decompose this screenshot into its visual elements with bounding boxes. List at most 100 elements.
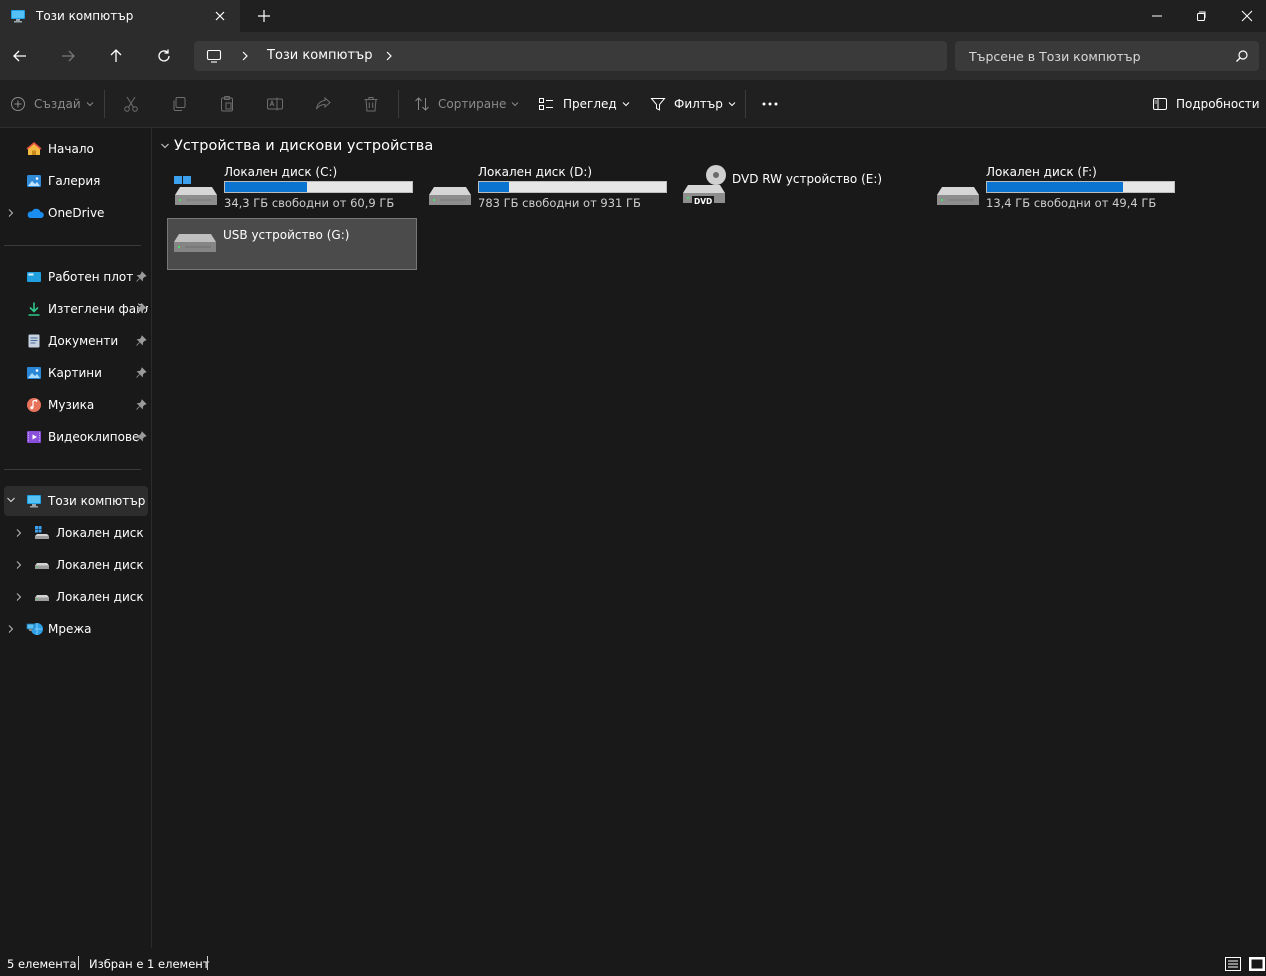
sidebar-item-this-pc[interactable]: Този компютър	[4, 486, 148, 516]
sidebar-item-drive-c[interactable]: Локален диск (C:)	[4, 518, 148, 548]
hard-drive-icon	[936, 175, 980, 209]
filter-icon	[650, 98, 666, 111]
chevron-down-icon[interactable]	[6, 495, 16, 505]
refresh-button[interactable]	[152, 44, 176, 68]
delete-button[interactable]	[362, 80, 380, 128]
more-dots-icon	[762, 102, 778, 106]
paste-button[interactable]	[218, 80, 236, 128]
close-window-button[interactable]	[1224, 0, 1266, 32]
copy-button[interactable]	[170, 80, 188, 128]
sort-button[interactable]: Сортиране	[414, 80, 520, 128]
maximize-button[interactable]	[1178, 0, 1224, 32]
chevron-right-icon[interactable]	[14, 528, 24, 538]
command-bar: Създай Сортиране Преглед Филтър Подробно…	[0, 80, 1266, 128]
search-icon	[1235, 49, 1249, 63]
system-drive-icon	[34, 525, 50, 541]
chevron-right-icon[interactable]	[14, 592, 24, 602]
pin-icon[interactable]	[135, 303, 147, 315]
minimize-button[interactable]	[1134, 0, 1180, 32]
drive-tile-f[interactable]: Локален диск (F:) 13,4 ГБ свободни от 49…	[930, 165, 1180, 217]
pin-icon[interactable]	[135, 367, 147, 379]
drive-tile-d[interactable]: Локален диск (D:) 783 ГБ свободни от 931…	[422, 165, 672, 217]
arrow-left-icon	[13, 50, 26, 62]
sidebar-item-label: Изтеглени файлове	[48, 302, 148, 316]
chevron-right-icon[interactable]	[14, 560, 24, 570]
sidebar-item-label: Документи	[48, 334, 119, 348]
more-options-button[interactable]	[760, 80, 780, 128]
sidebar-item-pictures[interactable]: Картини	[4, 358, 148, 388]
sidebar-item-network[interactable]: Мрежа	[4, 614, 148, 644]
new-tab-icon[interactable]	[254, 6, 274, 26]
drive-name: Локален диск (C:)	[224, 165, 338, 179]
view-label: Преглед	[563, 97, 617, 111]
filter-button[interactable]: Филтър	[650, 80, 737, 128]
sidebar-divider	[4, 245, 141, 246]
chevron-right-icon[interactable]	[384, 50, 394, 62]
sidebar-item-desktop[interactable]: Работен плот	[4, 262, 148, 292]
view-list-icon	[539, 98, 553, 110]
chevron-right-icon[interactable]	[240, 50, 250, 62]
sidebar-item-music[interactable]: Музика	[4, 390, 148, 420]
drive-usage-fill	[225, 182, 307, 192]
tab-this-pc[interactable]: Този компютър	[0, 0, 240, 32]
chevron-right-icon[interactable]	[6, 208, 16, 218]
sidebar-item-label: Картини	[48, 366, 102, 380]
view-button[interactable]: Преглед	[538, 80, 631, 128]
toolbar-divider	[398, 90, 399, 118]
scissors-icon	[124, 96, 138, 112]
sidebar-item-label: Този компютър	[48, 494, 146, 508]
sort-label: Сортиране	[438, 97, 507, 111]
drive-tile-e[interactable]: DVD DVD RW устройство (E:)	[676, 165, 926, 217]
pin-icon[interactable]	[135, 399, 147, 411]
sidebar-item-label: Локален диск (D:)	[56, 558, 148, 572]
sidebar-item-videos[interactable]: Видеоклипове	[4, 422, 148, 452]
close-tab-icon[interactable]	[210, 6, 230, 26]
drive-tile-c[interactable]: Локален диск (C:) 34,3 ГБ свободни от 60…	[168, 165, 418, 217]
dvd-label: DVD	[694, 197, 713, 206]
drive-tile-g[interactable]: USB устройство (G:)	[167, 218, 417, 270]
breadcrumb-this-pc[interactable]: Този компютър	[267, 48, 372, 63]
details-view-icon[interactable]	[1225, 957, 1241, 971]
tiles-view-icon[interactable]	[1249, 957, 1265, 971]
up-button[interactable]	[104, 44, 128, 68]
sidebar-item-home[interactable]: Начало	[4, 134, 148, 164]
sidebar-item-documents[interactable]: Документи	[4, 326, 148, 356]
downloads-icon	[26, 301, 42, 317]
gallery-icon	[26, 173, 42, 189]
status-divider	[78, 956, 79, 970]
sidebar-item-label: Мрежа	[48, 622, 92, 636]
chevron-right-icon[interactable]	[6, 624, 16, 634]
sidebar-item-drive-f[interactable]: Локален диск (F:)	[4, 582, 148, 612]
hard-drive-icon	[428, 175, 472, 209]
forward-button[interactable]	[56, 44, 80, 68]
computer-icon	[26, 493, 42, 509]
status-selection: Избран е 1 елемент	[89, 957, 210, 971]
details-button[interactable]: Подробности	[1152, 80, 1260, 128]
create-button[interactable]: Създай	[10, 80, 95, 128]
search-placeholder: Търсене в Този компютър	[969, 49, 1141, 64]
share-button[interactable]	[314, 80, 332, 128]
pin-icon[interactable]	[135, 271, 147, 283]
search-input[interactable]: Търсене в Този компютър	[955, 41, 1259, 71]
cut-button[interactable]	[122, 80, 140, 128]
drive-free-space: 13,4 ГБ свободни от 49,4 ГБ	[986, 196, 1157, 210]
sidebar-item-label: Локален диск (F:)	[56, 590, 148, 604]
sidebar-item-label: OneDrive	[48, 206, 105, 220]
sidebar-item-downloads[interactable]: Изтеглени файлове	[4, 294, 148, 324]
address-bar[interactable]: Този компютър	[194, 41, 947, 71]
copy-icon	[173, 97, 186, 111]
drive-free-space: 783 ГБ свободни от 931 ГБ	[478, 196, 641, 210]
drive-usage-bar	[478, 181, 667, 193]
sidebar-item-gallery[interactable]: Галерия	[4, 166, 148, 196]
sidebar-item-drive-d[interactable]: Локален диск (D:)	[4, 550, 148, 580]
back-button[interactable]	[8, 44, 32, 68]
pin-icon[interactable]	[135, 335, 147, 347]
sidebar-item-onedrive[interactable]: OneDrive	[4, 198, 148, 228]
rename-button[interactable]	[266, 80, 284, 128]
drive-usage-bar	[224, 181, 413, 193]
address-row: Този компютър Търсене в Този компютър	[0, 32, 1266, 80]
pin-icon[interactable]	[135, 431, 147, 443]
drive-usage-fill	[987, 182, 1124, 192]
rename-icon	[267, 97, 283, 111]
group-header-devices[interactable]: Устройства и дискови устройства	[160, 138, 433, 154]
